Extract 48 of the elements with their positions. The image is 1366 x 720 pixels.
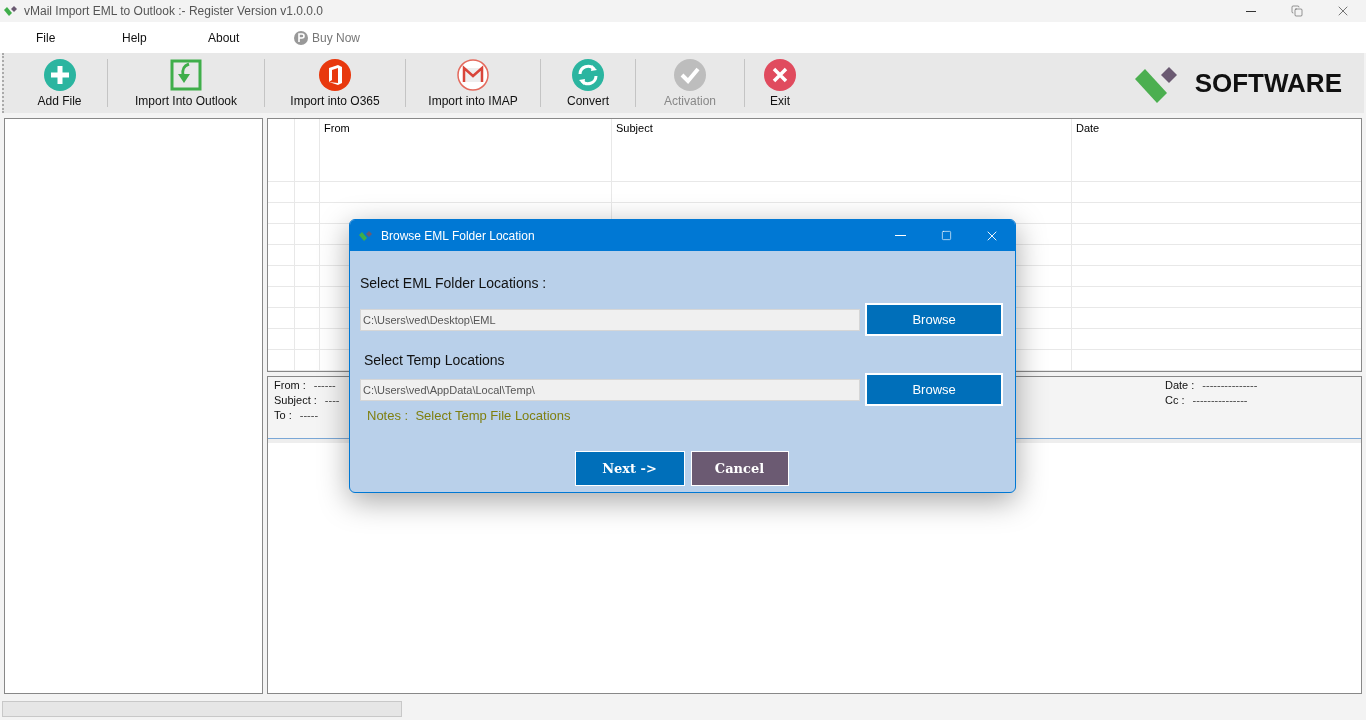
field-label: Select EML Folder Locations : [360, 275, 548, 291]
next-button[interactable]: Next -> [574, 451, 685, 486]
office-icon [318, 58, 352, 92]
app-logo-icon [359, 229, 373, 242]
restore-icon [1291, 5, 1303, 17]
field-value: --------------- [1202, 379, 1258, 391]
field-value: ---- [324, 394, 340, 406]
dialog-title: Browse EML Folder Location [381, 228, 535, 243]
notes-text: Notes : Select Temp File Locations [366, 408, 572, 423]
field-label: Date : [1165, 379, 1195, 391]
column-header[interactable]: Date [1071, 119, 1361, 161]
toolbar-button[interactable]: Add File [12, 53, 107, 113]
field-label: Subject : [274, 394, 317, 406]
browse-button[interactable]: Browse [865, 303, 1003, 336]
browse-button[interactable]: Browse [865, 373, 1003, 406]
app-logo-icon [4, 5, 18, 17]
check-icon [673, 58, 707, 92]
close-icon [763, 58, 797, 92]
mail-icon [456, 58, 490, 92]
window-title: vMail Import EML to Outlook :- Register Version v1.0.0.0 [24, 4, 323, 18]
toolbar-button[interactable]: Import into IMAP [406, 53, 540, 113]
field-label: Select Temp Locations [363, 352, 506, 368]
field-value: --------------- [1192, 394, 1248, 406]
logo-text: SOFTWARE [1194, 67, 1342, 99]
field-label: Cc : [1165, 394, 1185, 406]
toolbar-button[interactable]: Exit [745, 53, 815, 113]
toolbar-button[interactable]: Import Into Outlook [108, 53, 264, 113]
field-value: ------ [313, 379, 336, 391]
menu-item[interactable]: File [36, 30, 122, 45]
buy-icon [294, 30, 308, 45]
field-value: ----- [299, 409, 319, 421]
column-header[interactable]: From [319, 119, 611, 161]
path-field[interactable]: C:\Users\ved\AppData\Local\Temp\ [360, 378, 861, 401]
field-label: From : [274, 379, 306, 391]
toolbar-button[interactable]: Convert [541, 53, 635, 113]
refresh-icon [571, 58, 605, 92]
menu-item[interactable]: About [208, 30, 294, 45]
field-label: To : [274, 409, 292, 421]
toolbar-button[interactable]: Import into O365 [265, 53, 405, 113]
minimize-icon [894, 235, 906, 236]
plus-icon [42, 58, 77, 92]
cancel-button[interactable]: Cancel [690, 451, 789, 486]
maximize-icon [940, 230, 952, 241]
menu-item[interactable]: Help [122, 30, 208, 45]
path-field[interactable]: C:\Users\ved\Desktop\EML [360, 308, 861, 331]
minimize-icon [1246, 10, 1256, 12]
column-header[interactable]: Subject [611, 119, 1071, 161]
buy-now-menu-item[interactable]: Buy Now [294, 30, 361, 45]
